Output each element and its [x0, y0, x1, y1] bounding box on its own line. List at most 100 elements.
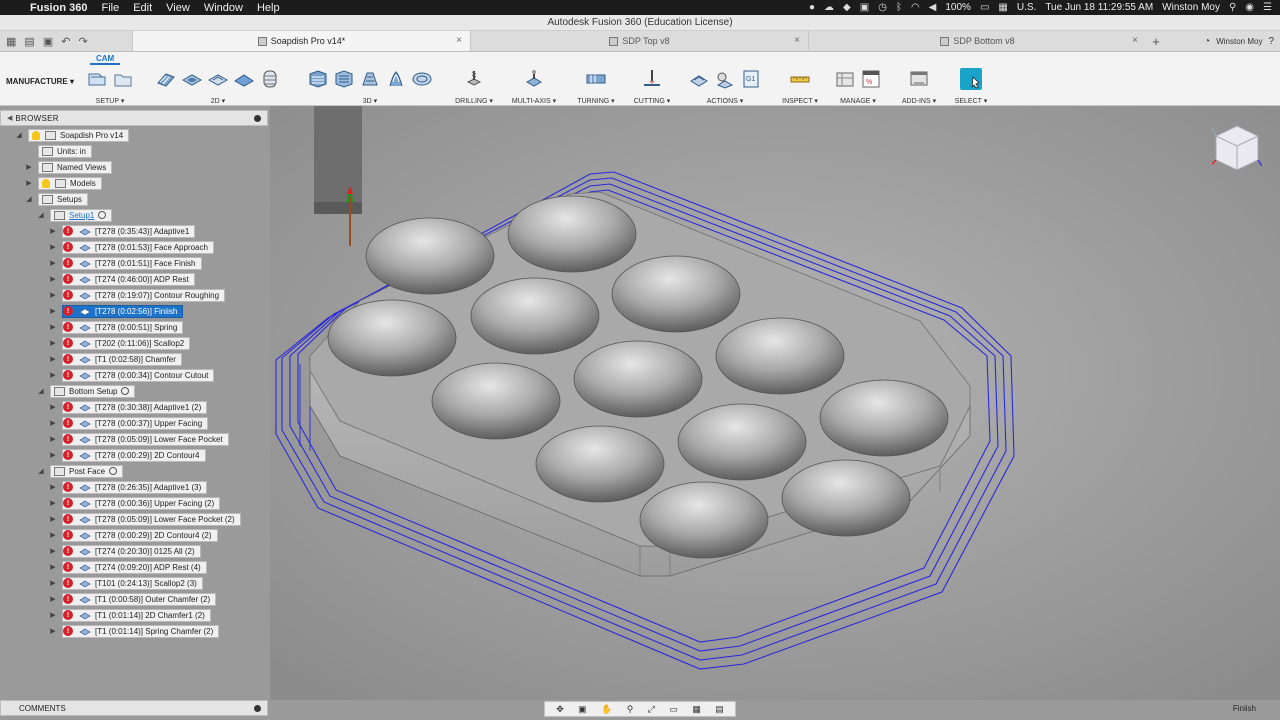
3d-viewport[interactable]	[270, 106, 1280, 700]
menu-window[interactable]: Window	[204, 2, 243, 14]
time-machine-icon[interactable]: ◷	[878, 2, 887, 13]
simulate-with-machine-icon[interactable]	[714, 68, 736, 90]
drill-icon[interactable]	[463, 68, 485, 90]
expand-arrow-icon[interactable]: ▶	[48, 403, 58, 411]
new-tab-button[interactable]: +	[1146, 31, 1166, 51]
operation-row[interactable]: ▶! [T202 (0:11:06)] Scallop2	[48, 336, 191, 350]
tree-units[interactable]: Units: in	[38, 144, 92, 158]
orbit-icon[interactable]: ✥	[556, 704, 564, 715]
face-icon[interactable]	[207, 68, 229, 90]
expand-arrow-icon[interactable]: ▶	[48, 259, 58, 267]
record-icon[interactable]: ●	[809, 2, 815, 13]
tree-post-face[interactable]: ◢ Post Face	[36, 464, 124, 478]
expand-arrow-icon[interactable]: ▶	[48, 419, 58, 427]
expand-arrow-icon[interactable]: ▶	[48, 339, 58, 347]
expand-arrow-icon[interactable]: ▶	[48, 243, 58, 251]
operation-box[interactable]: ! [T278 (0:26:35)] Adaptive1 (3)	[62, 480, 208, 494]
operation-box[interactable]: ! [T1 (0:01:14)] Spring Chamfer (2)	[62, 624, 220, 638]
operation-box[interactable]: ! [T1 (0:00:58)] Outer Chamfer (2)	[62, 592, 217, 606]
spotlight-icon[interactable]: ⚲	[1229, 2, 1236, 13]
setup-status-icon[interactable]	[109, 467, 118, 475]
setup-folder-icon[interactable]	[112, 68, 134, 90]
slot-icon[interactable]	[259, 68, 281, 90]
operation-box[interactable]: ! [T1 (0:01:14)] 2D Chamfer1 (2)	[62, 608, 211, 622]
expand-arrow-icon[interactable]: ▶	[48, 227, 58, 235]
job-status-icon[interactable]: ◔	[1204, 36, 1210, 47]
active-setup-icon[interactable]	[98, 211, 107, 219]
volume-icon[interactable]: ◀	[929, 2, 937, 13]
menu-file[interactable]: File	[101, 2, 119, 14]
operation-row[interactable]: ▶! [T278 (0:05:09)] Lower Face Pocket (2)	[48, 512, 241, 526]
templates-icon[interactable]: %	[860, 68, 882, 90]
operation-box[interactable]: ! [T278 (0:01:53)] Face Approach	[62, 240, 214, 254]
operation-row[interactable]: ▶! [T278 (0:19:07)] Contour Roughing	[48, 288, 226, 302]
root-box[interactable]: Soapdish Pro v14	[28, 128, 130, 142]
operation-row[interactable]: ▶! [T1 (0:01:14)] 2D Chamfer1 (2)	[48, 608, 211, 622]
2d-contour-icon[interactable]	[233, 68, 255, 90]
operation-row[interactable]: ▶ ! [T278 (0:00:37)] Upper Facing	[48, 416, 209, 430]
operation-row[interactable]: ▶ ! [T278 (0:01:53)] Face Approach	[48, 240, 214, 254]
parallel-icon[interactable]	[359, 68, 381, 90]
post-process-icon[interactable]: G1	[740, 68, 762, 90]
save-icon[interactable]: ▣	[43, 35, 53, 48]
expand-arrow-icon[interactable]: ▶	[48, 579, 58, 587]
visibility-bulb-icon[interactable]	[42, 178, 50, 188]
operation-row[interactable]: ▶! [T278 (0:00:36)] Upper Facing (2)	[48, 496, 221, 510]
cloud-icon[interactable]: ☁	[824, 2, 834, 13]
expand-arrow-icon[interactable]: ▶	[48, 307, 58, 315]
account-name[interactable]: Winston Moy	[1216, 37, 1262, 46]
measure-icon[interactable]	[789, 68, 811, 90]
operation-box[interactable]: ! [T101 (0:24:13)] Scallop2 (3)	[62, 576, 203, 590]
operation-row[interactable]: ▶! [T278 (0:35:43)] Adaptive1	[48, 224, 196, 238]
expand-arrow-icon[interactable]: ▶	[24, 179, 34, 187]
setup1-box[interactable]: Setup1	[50, 208, 113, 222]
new-setup-icon[interactable]	[86, 68, 108, 90]
setups-box[interactable]: Setups	[38, 192, 88, 206]
group-inspect[interactable]: INSPECT ▾	[778, 66, 822, 106]
file-icon[interactable]: ▤	[24, 35, 34, 48]
operation-box[interactable]: ! [T278 (0:05:09)] Lower Face Pocket	[62, 432, 229, 446]
operation-box[interactable]: ! [T278 (0:00:29)] 2D Contour4	[62, 448, 206, 462]
group-multi-axis[interactable]: MULTI-AXIS ▾	[508, 66, 560, 106]
cutting-icon[interactable]	[641, 68, 663, 90]
comments-panel-header[interactable]: COMMENTS	[0, 700, 268, 716]
dropbox-icon[interactable]: ◆	[843, 2, 851, 13]
units-box[interactable]: Units: in	[38, 144, 92, 158]
select-icon[interactable]	[960, 68, 982, 90]
group-turning[interactable]: TURNING ▾	[574, 66, 618, 106]
grid-icon[interactable]: ▦	[692, 704, 701, 715]
bottom-setup-box[interactable]: Bottom Setup	[50, 384, 136, 398]
group-2d[interactable]: 2D ▾	[146, 66, 290, 106]
expand-arrow-icon[interactable]: ◢	[24, 195, 34, 203]
operation-row[interactable]: ▶! [T278 (0:00:34)] Contour Cutout	[48, 368, 215, 382]
group-manage[interactable]: % MANAGE ▾	[830, 66, 886, 106]
operation-row[interactable]: ▶! [T1 (0:00:58)] Outer Chamfer (2)	[48, 592, 217, 606]
redo-icon[interactable]: ↷	[78, 35, 87, 48]
tree-models[interactable]: ▶ Models	[24, 176, 102, 190]
input-source[interactable]: U.S.	[1017, 2, 1036, 13]
expand-arrow-icon[interactable]: ▶	[48, 355, 58, 363]
tree-setups[interactable]: ◢ Setups	[24, 192, 88, 206]
operation-row[interactable]: ▶! [T274 (0:20:30)] 0125 All (2)	[48, 544, 201, 558]
models-box[interactable]: Models	[38, 176, 102, 190]
expand-arrow-icon[interactable]: ▶	[48, 291, 58, 299]
operation-row[interactable]: ▶ ! [T278 (0:00:29)] 2D Contour4	[48, 448, 206, 462]
tree-root[interactable]: ◢ Soapdish Pro v14	[14, 128, 130, 142]
expand-arrow-icon[interactable]: ▶	[48, 275, 58, 283]
pan-icon[interactable]: ✋	[601, 704, 612, 715]
operation-box[interactable]: ! [T274 (0:20:30)] 0125 All (2)	[62, 544, 201, 558]
operation-box[interactable]: ! [T274 (0:46:00)] ADP Rest	[62, 272, 195, 286]
look-at-icon[interactable]: ▣	[578, 704, 587, 715]
operation-box[interactable]: ! [T278 (0:00:37)] Upper Facing	[62, 416, 209, 430]
expand-arrow-icon[interactable]: ▶	[48, 451, 58, 459]
siri-icon[interactable]: ◉	[1245, 2, 1254, 13]
operation-box[interactable]: ! [T278 (0:05:09)] Lower Face Pocket (2)	[62, 512, 241, 526]
tab-soapdish-pro[interactable]: Soapdish Pro v14* ×	[132, 31, 470, 51]
tree-setup1[interactable]: ◢ Setup1	[36, 208, 113, 222]
operation-row[interactable]: ▶! [T278 (0:05:09)] Lower Face Pocket	[48, 432, 229, 446]
expand-arrow-icon[interactable]: ▶	[48, 531, 58, 539]
operation-box[interactable]: ! [T278 (0:00:51)] Spring	[62, 320, 184, 334]
post-face-box[interactable]: Post Face	[50, 464, 124, 478]
expand-arrow-icon[interactable]: ▶	[48, 563, 58, 571]
expand-arrow-icon[interactable]: ▶	[24, 163, 34, 171]
